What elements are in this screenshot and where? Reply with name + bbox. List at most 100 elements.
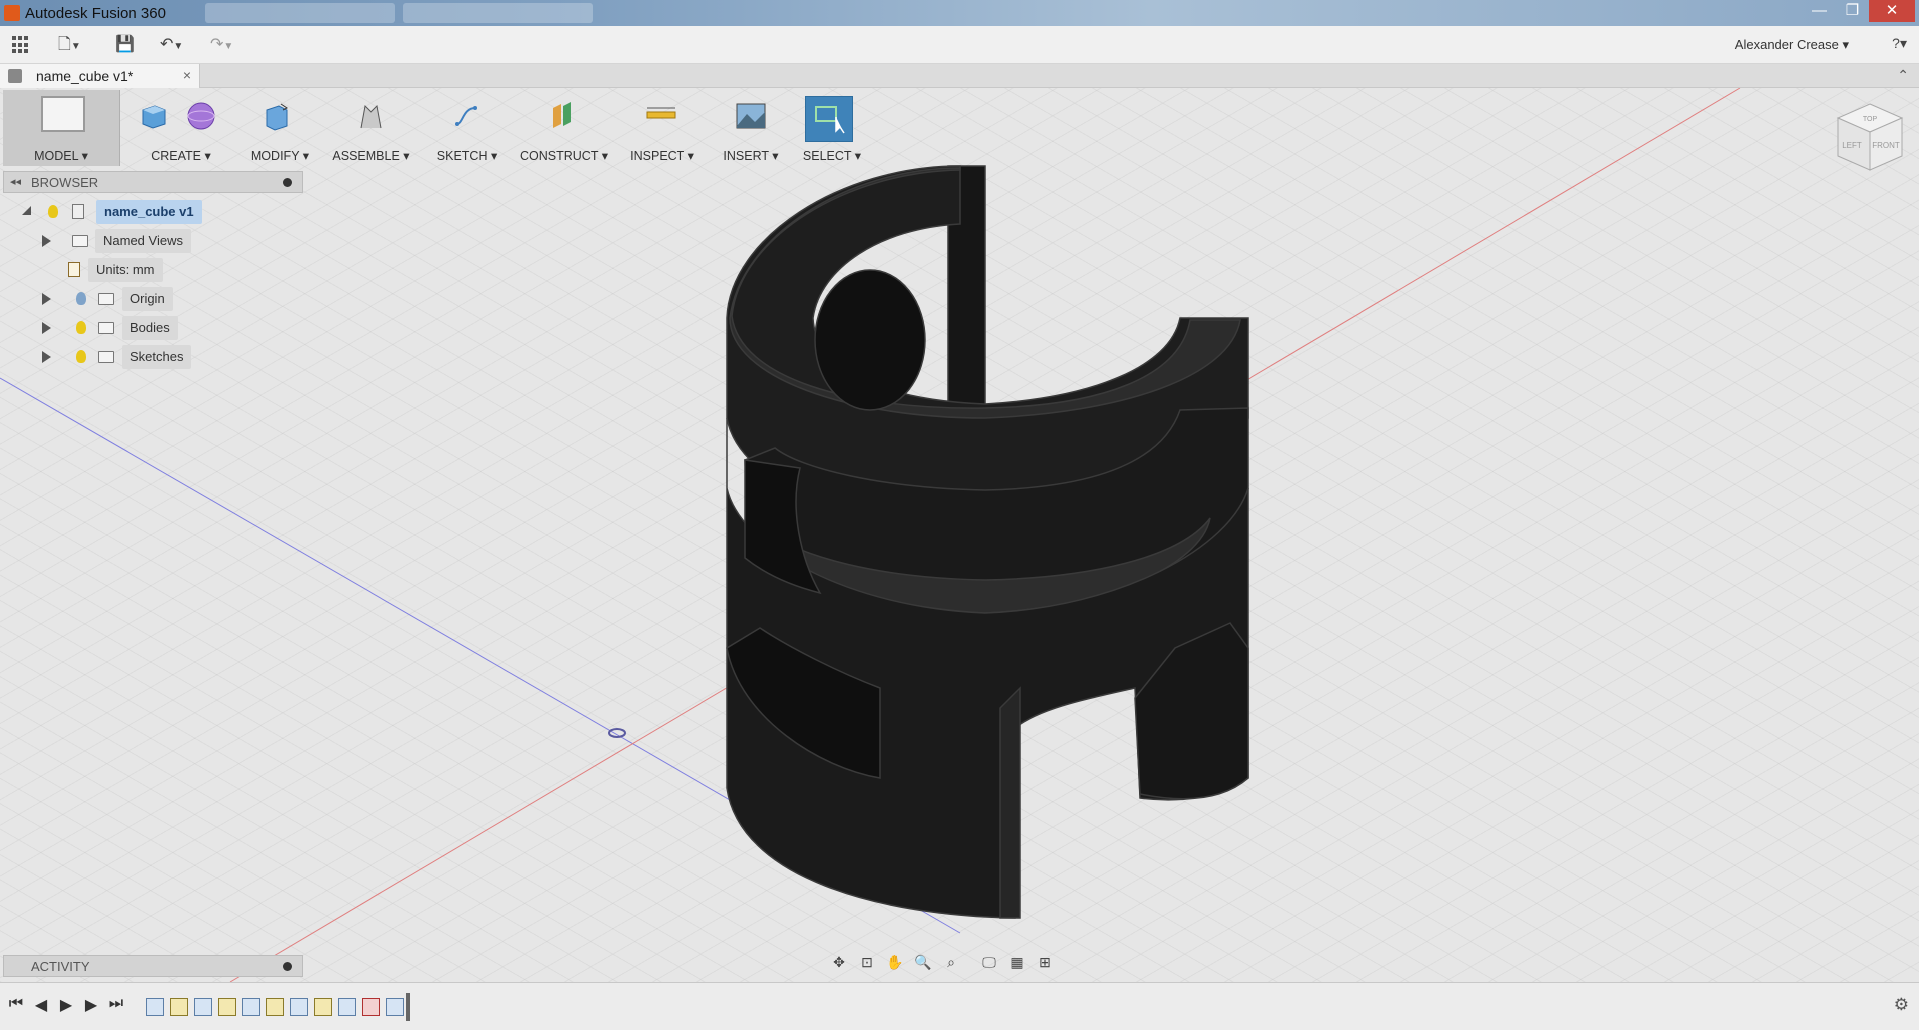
step-forward-icon[interactable]: ▶ bbox=[81, 995, 101, 1015]
viewports-icon[interactable]: ⊞ bbox=[1034, 951, 1056, 973]
go-to-start-icon[interactable]: ⏮ bbox=[6, 995, 26, 1013]
file-icon: 🗋 bbox=[58, 36, 71, 53]
component-icon bbox=[72, 204, 84, 219]
scene-3d[interactable] bbox=[0, 88, 1919, 982]
background-tab[interactable] bbox=[403, 3, 593, 23]
collapse-icon[interactable] bbox=[22, 206, 31, 215]
view-cube-left-label: LEFT bbox=[1842, 141, 1862, 150]
timeline-feature[interactable] bbox=[170, 998, 188, 1016]
document-tab-label: name_cube v1* bbox=[36, 68, 134, 84]
timeline-feature[interactable] bbox=[266, 998, 284, 1016]
expand-icon[interactable] bbox=[42, 293, 51, 305]
collapse-browser-icon[interactable]: ◂◂ bbox=[10, 175, 21, 188]
tree-item-label: Units: mm bbox=[88, 258, 163, 282]
browser-title: BROWSER bbox=[31, 175, 99, 190]
visibility-bulb-icon[interactable] bbox=[76, 321, 86, 334]
zoom-icon[interactable]: 🔍 bbox=[912, 951, 934, 973]
redo-button[interactable]: ↷▼ bbox=[210, 33, 233, 57]
tree-item-named-views[interactable]: Named Views bbox=[40, 229, 240, 253]
create-menu[interactable]: CREATE ▾ bbox=[131, 90, 231, 166]
offset-plane-icon bbox=[553, 102, 571, 128]
title-bar: Autodesk Fusion 360 — ❐ ✕ bbox=[0, 0, 1919, 26]
display-settings-icon[interactable]: 🖵 bbox=[978, 951, 1000, 973]
timeline-feature[interactable] bbox=[194, 998, 212, 1016]
visibility-bulb-icon[interactable] bbox=[48, 205, 58, 218]
press-pull-icon bbox=[266, 103, 288, 131]
timeline-settings-gear-icon[interactable]: ⚙ bbox=[1894, 995, 1909, 1015]
look-at-icon[interactable]: ⊡ bbox=[856, 951, 878, 973]
box-icon bbox=[142, 105, 166, 129]
tree-item-label: name_cube v1 bbox=[96, 200, 202, 224]
save-button[interactable]: 💾 bbox=[115, 33, 135, 57]
assemble-menu[interactable]: ASSEMBLE ▾ bbox=[325, 90, 417, 166]
tree-item-origin[interactable]: Origin bbox=[40, 287, 240, 311]
measure-icon bbox=[646, 107, 676, 119]
timeline-feature[interactable] bbox=[314, 998, 332, 1016]
modify-menu[interactable]: MODIFY ▾ bbox=[241, 90, 319, 166]
tree-item-bodies[interactable]: Bodies bbox=[40, 316, 240, 340]
timeline-feature[interactable] bbox=[290, 998, 308, 1016]
timeline-feature[interactable] bbox=[218, 998, 236, 1016]
expand-icon[interactable] bbox=[42, 235, 51, 247]
collapse-ribbon-icon[interactable]: ⌃ bbox=[1897, 67, 1909, 84]
browser-panel-header[interactable]: ◂◂ BROWSER bbox=[3, 171, 303, 193]
view-cube[interactable]: TOP LEFT FRONT bbox=[1830, 98, 1910, 188]
model-body bbox=[726, 165, 1249, 919]
help-menu-button[interactable]: ?▾ bbox=[1892, 35, 1907, 52]
construct-menu[interactable]: CONSTRUCT ▾ bbox=[517, 90, 611, 166]
tree-item-units[interactable]: Units: mm bbox=[60, 258, 260, 282]
tree-item-label: Bodies bbox=[122, 316, 178, 340]
play-icon[interactable]: ▶ bbox=[56, 995, 76, 1015]
quick-access-toolbar: 🗋▼ 💾 ↶▼ ↷▼ bbox=[0, 26, 1919, 64]
fit-icon[interactable]: ⌕ bbox=[940, 951, 962, 973]
view-cube-front-label: FRONT bbox=[1872, 141, 1900, 150]
select-menu[interactable]: SELECT ▾ bbox=[799, 90, 865, 166]
expand-icon[interactable] bbox=[42, 351, 51, 363]
inspect-menu[interactable]: INSPECT ▾ bbox=[623, 90, 701, 166]
redo-icon: ↷ bbox=[210, 36, 224, 53]
maximize-icon[interactable]: ❐ bbox=[1836, 0, 1869, 22]
timeline-feature[interactable] bbox=[386, 998, 404, 1016]
visibility-bulb-icon[interactable] bbox=[76, 292, 86, 305]
pin-icon[interactable] bbox=[283, 962, 292, 971]
timeline-marker[interactable] bbox=[406, 993, 410, 1021]
workspace-switcher[interactable]: MODEL ▾ bbox=[3, 90, 120, 166]
data-panel-grid-icon[interactable] bbox=[12, 36, 30, 54]
folder-icon bbox=[98, 351, 114, 363]
expand-icon[interactable] bbox=[42, 322, 51, 334]
document-tab[interactable]: name_cube v1* × bbox=[0, 64, 200, 88]
close-icon[interactable]: ✕ bbox=[1869, 0, 1915, 22]
step-back-icon[interactable]: ◀ bbox=[31, 995, 51, 1015]
grid-settings-icon[interactable]: ▦ bbox=[1006, 951, 1028, 973]
chevron-down-icon: ▼ bbox=[173, 41, 184, 52]
file-menu-button[interactable]: 🗋▼ bbox=[58, 33, 81, 57]
insert-menu-label: INSERT ▾ bbox=[723, 149, 779, 163]
timeline-feature[interactable] bbox=[338, 998, 356, 1016]
window-title: Autodesk Fusion 360 bbox=[25, 5, 166, 22]
construct-menu-label: CONSTRUCT ▾ bbox=[520, 149, 608, 163]
timeline-feature[interactable] bbox=[362, 998, 380, 1016]
close-tab-icon[interactable]: × bbox=[183, 67, 191, 83]
timeline-feature[interactable] bbox=[146, 998, 164, 1016]
pan-icon[interactable]: ✋ bbox=[884, 951, 906, 973]
minimize-icon[interactable]: — bbox=[1803, 0, 1836, 22]
activity-panel-header[interactable]: ACTIVITY bbox=[3, 955, 303, 977]
sketch-menu[interactable]: SKETCH ▾ bbox=[427, 90, 507, 166]
background-windows bbox=[205, 3, 625, 23]
background-tab[interactable] bbox=[205, 3, 395, 23]
tree-item-root[interactable]: name_cube v1 bbox=[20, 200, 220, 224]
go-to-end-icon[interactable]: ⏭ bbox=[106, 995, 126, 1013]
canvas-viewport[interactable] bbox=[0, 88, 1919, 982]
document-icon bbox=[8, 69, 22, 83]
tree-item-label: Sketches bbox=[122, 345, 192, 369]
visibility-bulb-icon[interactable] bbox=[76, 350, 86, 363]
timeline-feature[interactable] bbox=[242, 998, 260, 1016]
user-account-menu[interactable]: Alexander Crease ▾ bbox=[1735, 37, 1849, 53]
undo-button[interactable]: ↶▼ bbox=[160, 33, 183, 57]
insert-menu[interactable]: INSERT ▾ bbox=[713, 90, 789, 166]
orbit-icon[interactable]: ✥ bbox=[828, 951, 850, 973]
insert-image-icon bbox=[736, 103, 766, 129]
tree-item-sketches[interactable]: Sketches bbox=[40, 345, 240, 369]
pin-icon[interactable] bbox=[283, 178, 292, 187]
modify-menu-label: MODIFY ▾ bbox=[250, 149, 310, 163]
